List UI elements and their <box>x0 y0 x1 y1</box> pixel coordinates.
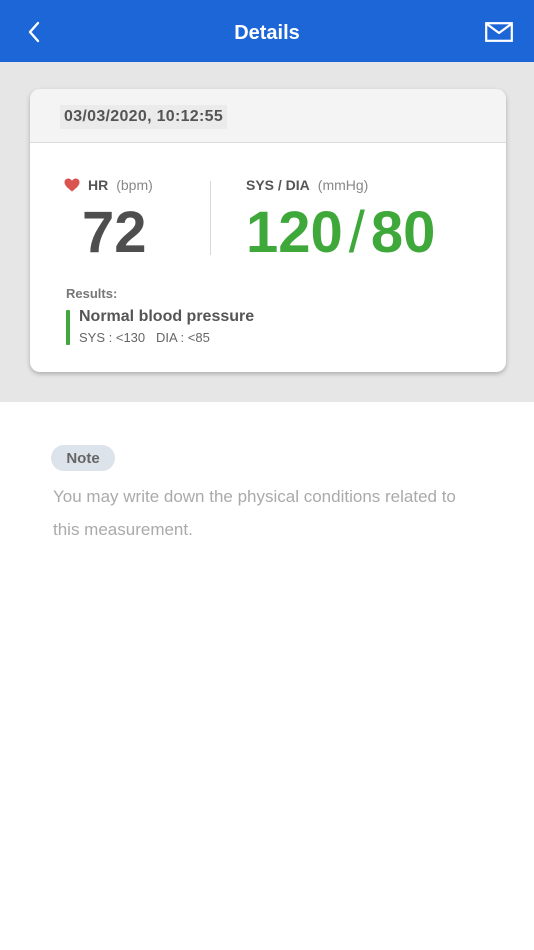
bp-label: SYS / DIA <box>246 177 310 193</box>
result-range: SYS : <130 DIA : <85 <box>79 330 210 345</box>
bp-label-row: SYS / DIA (mmHg) <box>246 177 368 193</box>
bp-unit: (mmHg) <box>317 177 369 193</box>
bp-value: 120/80 <box>246 199 435 266</box>
results-label: Results: <box>66 286 118 301</box>
sys-value: 120 <box>246 200 343 265</box>
app-header: Details <box>0 0 534 62</box>
dia-value: 80 <box>370 200 436 265</box>
page-title: Details <box>234 22 300 44</box>
hr-unit: (bpm) <box>116 177 153 193</box>
mail-icon <box>485 22 513 42</box>
hr-value: 72 <box>82 200 147 265</box>
heart-icon <box>64 178 80 192</box>
measurement-card: 03/03/2020, 10:12:55 HR (bpm) 72 SYS / D… <box>30 89 506 372</box>
card-header: 03/03/2020, 10:12:55 <box>30 89 506 143</box>
result-title: Normal blood pressure <box>79 308 255 325</box>
result-status-bar <box>66 310 70 345</box>
note-input[interactable]: You may write down the physical conditio… <box>53 480 473 546</box>
mail-button[interactable] <box>482 15 516 49</box>
note-label: Note <box>51 445 115 471</box>
hr-label: HR <box>88 177 109 193</box>
bp-slash: / <box>348 200 365 265</box>
metric-divider <box>210 181 211 255</box>
measurement-timestamp: 03/03/2020, 10:12:55 <box>60 105 228 129</box>
hr-label-row: HR (bpm) <box>64 177 153 193</box>
